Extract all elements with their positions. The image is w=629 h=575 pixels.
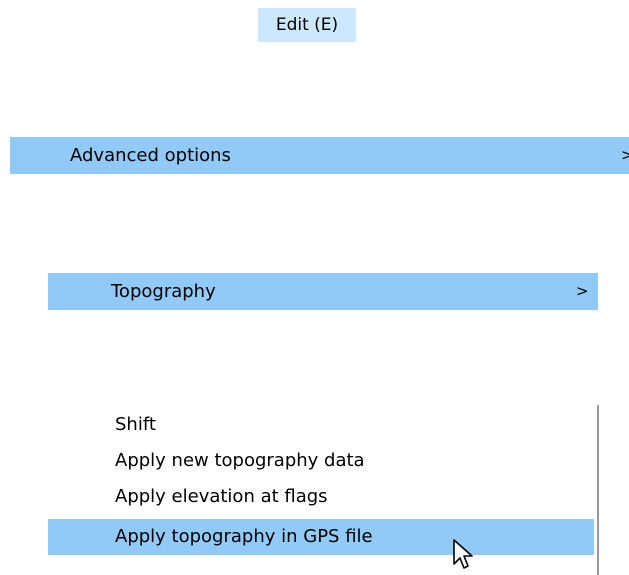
menu-item-apply-topography-in-gps-file-label: Apply topography in GPS file: [115, 526, 373, 547]
topography-submenu: Shift Apply new topography data Apply el…: [48, 405, 599, 575]
menu-item-shift[interactable]: Shift: [48, 407, 594, 443]
menu-item-advanced-options-label: Advanced options: [70, 145, 231, 166]
menu-item-apply-elevation-at-flags-label: Apply elevation at flags: [115, 486, 328, 507]
menu-item-apply-topography-in-gps-file[interactable]: Apply topography in GPS file: [48, 519, 594, 555]
menu-item-shift-label: Shift: [115, 414, 156, 435]
menu-edit-label: Edit (E): [275, 15, 339, 35]
chevron-right-icon: >: [576, 282, 589, 300]
mouse-pointer-icon: [453, 539, 473, 569]
chevron-right-icon: >: [621, 146, 629, 164]
menu-item-advanced-options[interactable]: Advanced options >: [10, 137, 629, 174]
menu-item-topography[interactable]: Topography >: [48, 273, 598, 310]
menu-item-apply-elevation-at-flags[interactable]: Apply elevation at flags: [48, 479, 594, 515]
menu-item-apply-new-topography-data-label: Apply new topography data: [115, 450, 365, 471]
menu-item-apply-new-topography-data[interactable]: Apply new topography data: [48, 443, 594, 479]
menu-edit[interactable]: Edit (E): [258, 8, 356, 42]
menu-item-topography-label: Topography: [111, 281, 216, 302]
